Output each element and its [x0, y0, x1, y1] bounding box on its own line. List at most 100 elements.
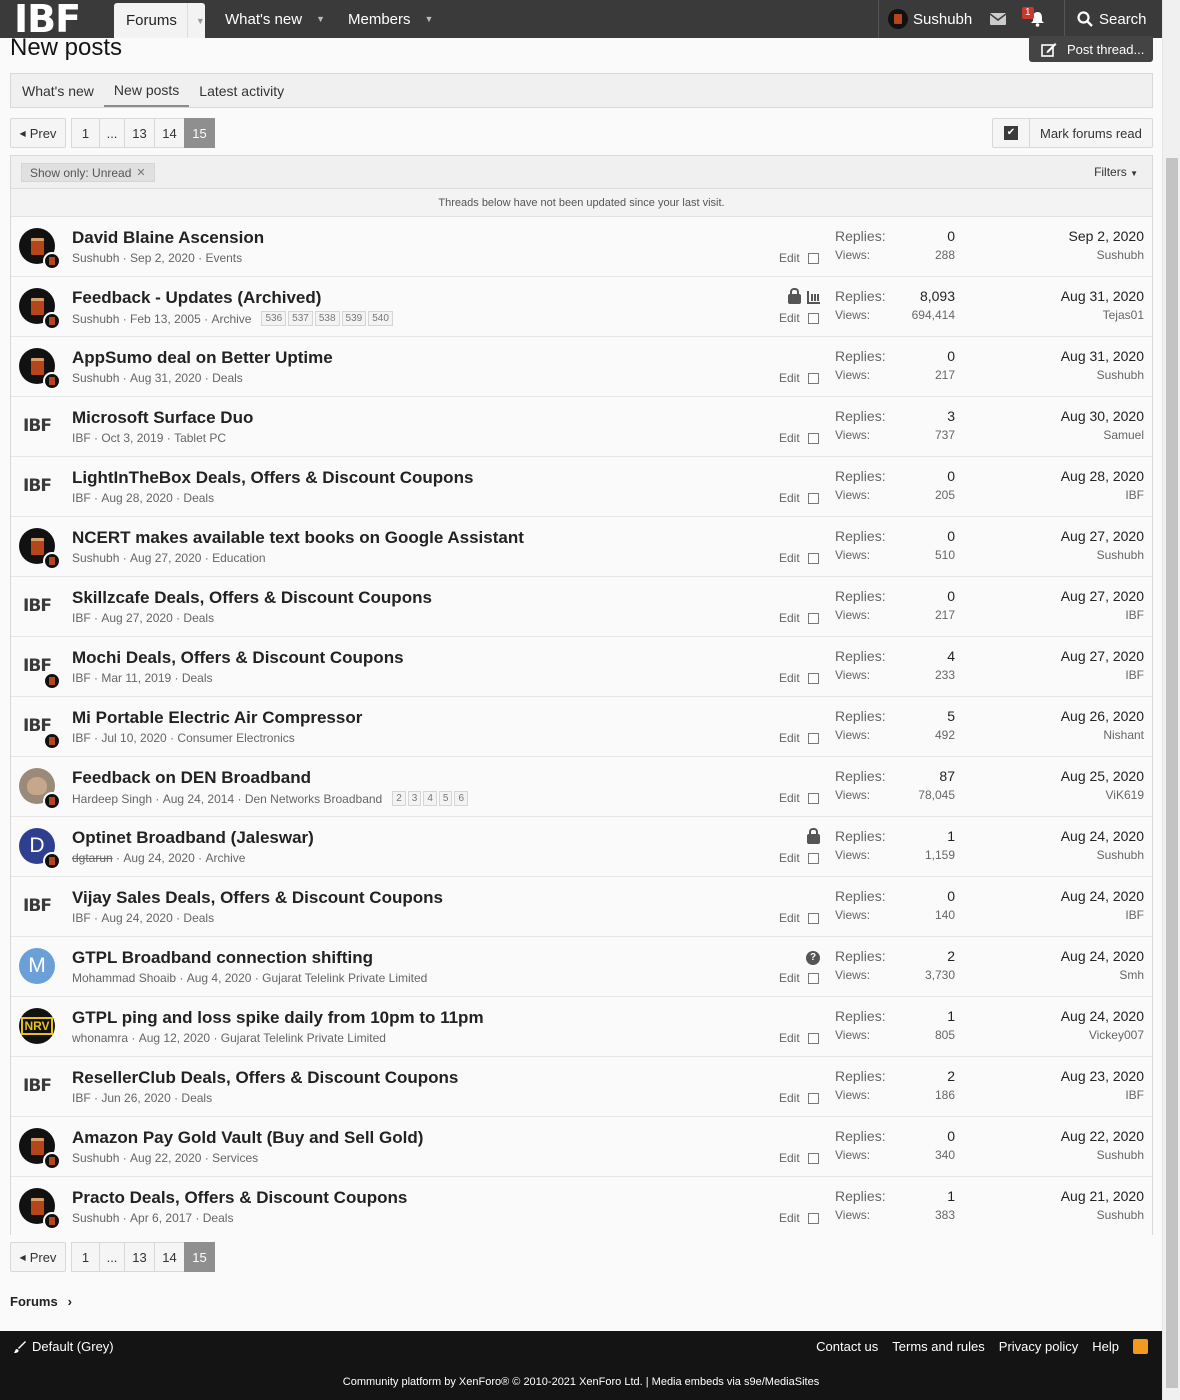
- inbox-button[interactable]: [990, 0, 1006, 38]
- thread-author[interactable]: Sushubh: [72, 312, 119, 326]
- page-link[interactable]: 13: [124, 118, 155, 148]
- thread-start-date[interactable]: Aug 27, 2020: [101, 611, 172, 625]
- last-post-date[interactable]: Aug 26, 2020: [1061, 708, 1144, 724]
- last-post-user[interactable]: Nishant: [1061, 728, 1144, 742]
- thread-author[interactable]: IBF: [72, 911, 91, 925]
- avatar[interactable]: IBF: [19, 648, 61, 690]
- last-post-user[interactable]: Tejas01: [1061, 308, 1144, 322]
- thread-row[interactable]: IBF Skillzcafe Deals, Offers & Discount C…: [11, 577, 1152, 637]
- edit-link[interactable]: Edit: [779, 251, 800, 265]
- select-thread-checkbox[interactable]: [807, 1032, 819, 1044]
- breadcrumb-forums[interactable]: Forums: [10, 1294, 58, 1309]
- thread-page-link[interactable]: 4: [423, 791, 437, 806]
- avatar[interactable]: IBF: [19, 408, 55, 444]
- tab-members[interactable]: Members ▼: [348, 0, 433, 38]
- footer-link-help[interactable]: Help: [1092, 1339, 1119, 1354]
- last-post-user[interactable]: Sushubh: [1061, 368, 1144, 382]
- thread-row[interactable]: NRV GTPL ping and loss spike daily from 1…: [11, 997, 1152, 1057]
- thread-page-link[interactable]: 536: [261, 311, 287, 326]
- thread-author[interactable]: Sushubh: [72, 251, 119, 265]
- thread-title[interactable]: Practo Deals, Offers & Discount Coupons: [72, 1188, 407, 1208]
- thread-title[interactable]: LightInTheBox Deals, Offers & Discount C…: [72, 468, 473, 488]
- thread-forum[interactable]: Gujarat Telelink Private Limited: [221, 1031, 386, 1045]
- edit-link[interactable]: Edit: [779, 1211, 800, 1225]
- thread-title[interactable]: GTPL Broadband connection shifting: [72, 948, 373, 968]
- thread-forum[interactable]: Education: [212, 551, 265, 565]
- thread-page-link[interactable]: 5: [438, 791, 453, 806]
- thread-start-date[interactable]: Aug 4, 2020: [187, 971, 252, 985]
- edit-link[interactable]: Edit: [779, 431, 800, 445]
- last-post-user[interactable]: Sushubh: [1061, 1208, 1144, 1222]
- thread-title[interactable]: Optinet Broadband (Jaleswar): [72, 828, 314, 848]
- thread-forum[interactable]: Services: [212, 1151, 258, 1165]
- select-thread-checkbox[interactable]: [807, 612, 819, 624]
- thread-page-link[interactable]: 3: [407, 791, 422, 806]
- thread-row[interactable]: IBF Mi Portable Electric Air Compressor IB…: [11, 697, 1152, 757]
- last-post-user[interactable]: IBF: [1061, 668, 1144, 682]
- thread-row[interactable]: Practo Deals, Offers & Discount Coupons S…: [11, 1177, 1152, 1237]
- edit-link[interactable]: Edit: [779, 551, 800, 565]
- thread-author[interactable]: dgtarun: [72, 851, 113, 865]
- thread-forum[interactable]: Deals: [183, 491, 214, 505]
- edit-link[interactable]: Edit: [779, 491, 800, 505]
- page-link[interactable]: 13: [124, 1242, 155, 1272]
- avatar[interactable]: [19, 768, 61, 810]
- select-thread-checkbox[interactable]: [807, 792, 819, 804]
- thread-start-date[interactable]: Aug 12, 2020: [139, 1031, 210, 1045]
- thread-row[interactable]: NCERT makes available text books on Goog…: [11, 517, 1152, 577]
- avatar[interactable]: [19, 228, 61, 270]
- thread-title[interactable]: Feedback - Updates (Archived): [72, 288, 321, 308]
- avatar[interactable]: [19, 348, 61, 390]
- thread-page-link[interactable]: 539: [341, 311, 367, 326]
- thread-row[interactable]: Feedback on DEN Broadband Hardeep Singh ·…: [11, 757, 1152, 817]
- caret-down-icon[interactable]: ▼: [186, 3, 205, 38]
- last-post-date[interactable]: Aug 27, 2020: [1061, 588, 1144, 604]
- search-button[interactable]: Search: [1077, 0, 1147, 38]
- subtab-latest-activity[interactable]: Latest activity: [189, 74, 294, 107]
- last-post-user[interactable]: Sushubh: [1061, 548, 1144, 562]
- edit-link[interactable]: Edit: [779, 671, 800, 685]
- page-link[interactable]: 1: [71, 118, 100, 148]
- thread-forum[interactable]: Deals: [181, 1091, 212, 1105]
- select-thread-checkbox[interactable]: [807, 252, 819, 264]
- thread-title[interactable]: ResellerClub Deals, Offers & Discount Co…: [72, 1068, 458, 1088]
- thread-row[interactable]: Feedback - Updates (Archived) Sushubh · F…: [11, 277, 1152, 337]
- last-post-user[interactable]: ViK619: [1061, 788, 1144, 802]
- avatar[interactable]: [19, 1128, 61, 1170]
- select-thread-checkbox[interactable]: [807, 1092, 819, 1104]
- thread-forum[interactable]: Events: [205, 251, 242, 265]
- edit-link[interactable]: Edit: [779, 971, 800, 985]
- thread-title[interactable]: AppSumo deal on Better Uptime: [72, 348, 333, 368]
- thread-page-link[interactable]: 2: [392, 791, 406, 806]
- thread-title[interactable]: GTPL ping and loss spike daily from 10pm…: [72, 1008, 484, 1028]
- last-post-user[interactable]: Smh: [1061, 968, 1144, 982]
- last-post-user[interactable]: Vickey007: [1061, 1028, 1144, 1042]
- last-post-date[interactable]: Aug 31, 2020: [1061, 288, 1144, 304]
- last-post-user[interactable]: IBF: [1061, 908, 1144, 922]
- thread-title[interactable]: Amazon Pay Gold Vault (Buy and Sell Gold…: [72, 1128, 423, 1148]
- last-post-date[interactable]: Aug 30, 2020: [1061, 408, 1144, 424]
- thread-author[interactable]: IBF: [72, 1091, 91, 1105]
- thread-start-date[interactable]: Aug 27, 2020: [130, 551, 201, 565]
- select-thread-checkbox[interactable]: [807, 732, 819, 744]
- thread-start-date[interactable]: Aug 31, 2020: [130, 371, 201, 385]
- thread-row[interactable]: IBF ResellerClub Deals, Offers & Discount…: [11, 1057, 1152, 1117]
- last-post-user[interactable]: Samuel: [1061, 428, 1144, 442]
- thread-row[interactable]: D Optinet Broadband (Jaleswar) dgtarun · A…: [11, 817, 1152, 877]
- thread-start-date[interactable]: Apr 6, 2017: [130, 1211, 192, 1225]
- thread-author[interactable]: Mohammad Shoaib: [72, 971, 176, 985]
- thread-forum[interactable]: Deals: [183, 611, 214, 625]
- thread-page-link[interactable]: 6: [454, 791, 469, 806]
- avatar[interactable]: IBF: [19, 588, 55, 624]
- last-post-date[interactable]: Aug 24, 2020: [1061, 828, 1144, 844]
- avatar[interactable]: IBF: [19, 708, 61, 750]
- select-thread-checkbox[interactable]: [807, 912, 819, 924]
- page-jump[interactable]: ...: [99, 118, 125, 148]
- edit-link[interactable]: Edit: [779, 791, 800, 805]
- thread-title[interactable]: Mochi Deals, Offers & Discount Coupons: [72, 648, 404, 668]
- caret-down-icon[interactable]: ▼: [425, 14, 434, 24]
- edit-link[interactable]: Edit: [779, 731, 800, 745]
- thread-start-date[interactable]: Sep 2, 2020: [130, 251, 195, 265]
- thread-start-date[interactable]: Aug 22, 2020: [130, 1151, 201, 1165]
- edit-link[interactable]: Edit: [779, 611, 800, 625]
